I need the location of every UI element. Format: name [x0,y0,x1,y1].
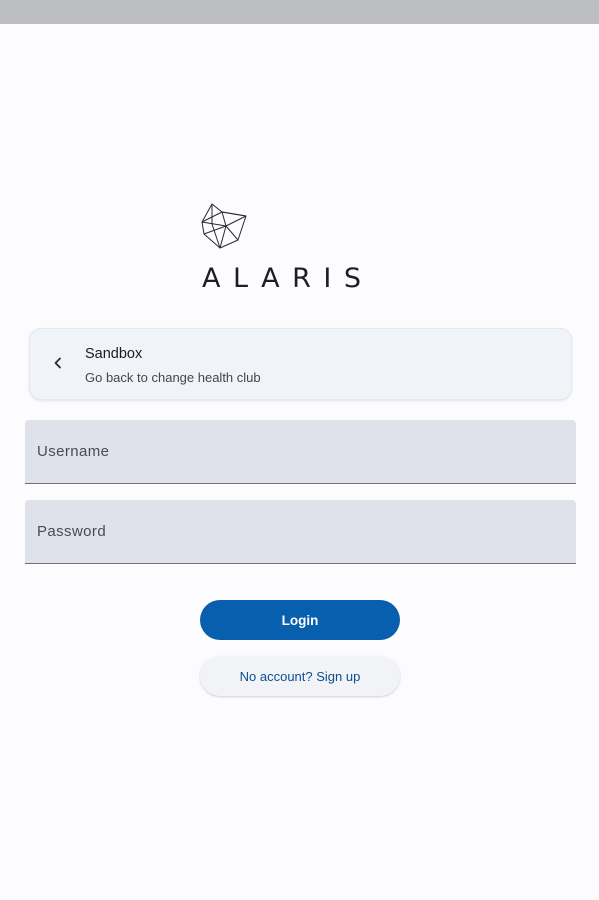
password-input[interactable] [25,500,576,563]
password-field[interactable] [25,500,576,564]
status-bar [0,0,599,24]
username-field[interactable] [25,420,576,484]
alaris-logo-icon [200,202,248,250]
club-name: Sandbox [85,346,143,362]
chevron-left-icon [50,355,66,371]
login-button[interactable]: Login [200,600,400,640]
club-subtitle: Go back to change health club [85,370,261,385]
brand-wordmark: ALARIS [202,263,374,294]
signup-button[interactable]: No account? Sign up [200,656,400,696]
username-input[interactable] [25,420,576,483]
change-club-card[interactable]: Sandbox Go back to change health club [29,328,572,400]
